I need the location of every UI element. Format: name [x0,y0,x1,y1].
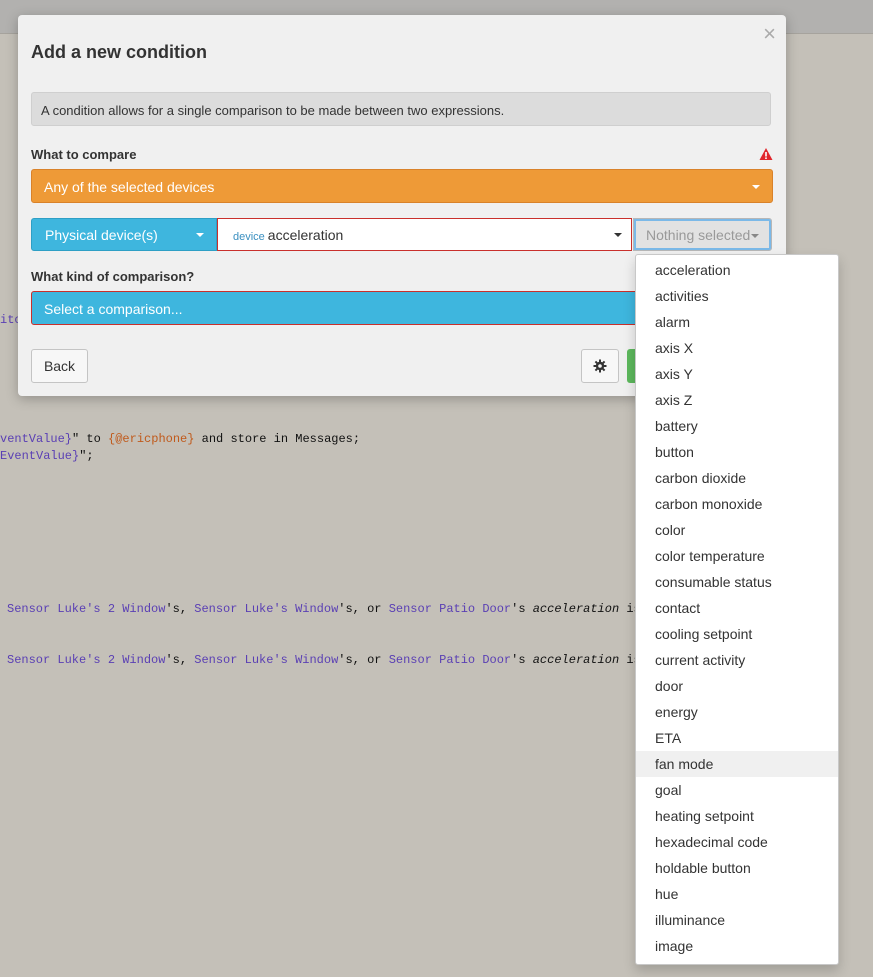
caret-down-icon [614,233,622,237]
dropdown-item[interactable]: illuminance [636,907,838,933]
dropdown-item[interactable]: fan mode [636,751,838,777]
code-line: Sensor Luke's 2 Window's, Sensor Luke's … [7,602,641,616]
dropdown-item[interactable]: cooling setpoint [636,621,838,647]
back-button[interactable]: Back [31,349,88,383]
caret-down-icon [752,185,760,189]
code-line: EventValue}"; [0,449,94,463]
caret-down-icon [751,234,759,238]
dropdown-item[interactable]: door [636,673,838,699]
dropdown-item[interactable]: ETA [636,725,838,751]
warning-icon [759,148,773,160]
dropdown-item[interactable]: axis X [636,335,838,361]
dropdown-item[interactable]: hue [636,881,838,907]
dropdown-item[interactable]: activities [636,283,838,309]
dropdown-item[interactable]: alarm [636,309,838,335]
code-line: ventValue}" to {@ericphone} and store in… [0,432,361,446]
info-box: A condition allows for a single comparis… [31,92,771,126]
device-type-dropdown[interactable]: Physical device(s) [31,218,217,251]
dropdown-item[interactable]: battery [636,413,838,439]
dropdown-item[interactable]: axis Y [636,361,838,387]
dropdown-item[interactable]: axis Z [636,387,838,413]
gear-icon [593,359,607,373]
caret-down-icon [196,233,204,237]
dropdown-item[interactable]: carbon dioxide [636,465,838,491]
dropdown-item[interactable]: carbon monoxide [636,491,838,517]
compare-select[interactable]: Any of the selected devices [31,169,773,203]
dropdown-item[interactable]: holdable button [636,855,838,881]
attribute-prefix: device [233,231,265,243]
dropdown-item[interactable]: goal [636,777,838,803]
comparison-label: What kind of comparison? [31,269,195,284]
dropdown-item[interactable]: color temperature [636,543,838,569]
compare-label: What to compare [31,147,137,162]
dropdown-item[interactable]: consumable status [636,569,838,595]
dropdown-item[interactable]: energy [636,699,838,725]
dropdown-item[interactable]: heating setpoint [636,803,838,829]
attribute-dropdown-menu: acceleration activities alarm axis Xaxis Ya… [635,254,839,965]
dropdown-item[interactable]: color [636,517,838,543]
settings-button[interactable] [581,349,619,383]
device-type-value: Physical device(s) [45,227,158,243]
code-line: Sensor Luke's 2 Window's, Sensor Luke's … [7,653,641,667]
dropdown-item[interactable]: hexadecimal code [636,829,838,855]
comparison-select[interactable]: Select a comparison... [31,291,651,325]
dropdown-item[interactable]: image [636,933,838,959]
compare-select-value: Any of the selected devices [44,179,215,195]
nothing-selected-text: Nothing selected [646,227,751,243]
dropdown-item[interactable]: current activity [636,647,838,673]
dropdown-item[interactable]: acceleration [636,257,838,283]
dropdown-item[interactable]: contact [636,595,838,621]
dropdown-item[interactable]: button [636,439,838,465]
attribute-value: acceleration [267,227,344,243]
comparison-placeholder: Select a comparison... [44,301,183,317]
attribute-select[interactable]: device acceleration [217,218,632,251]
dialog-title: Add a new condition [31,42,207,62]
close-icon[interactable]: × [763,23,776,45]
